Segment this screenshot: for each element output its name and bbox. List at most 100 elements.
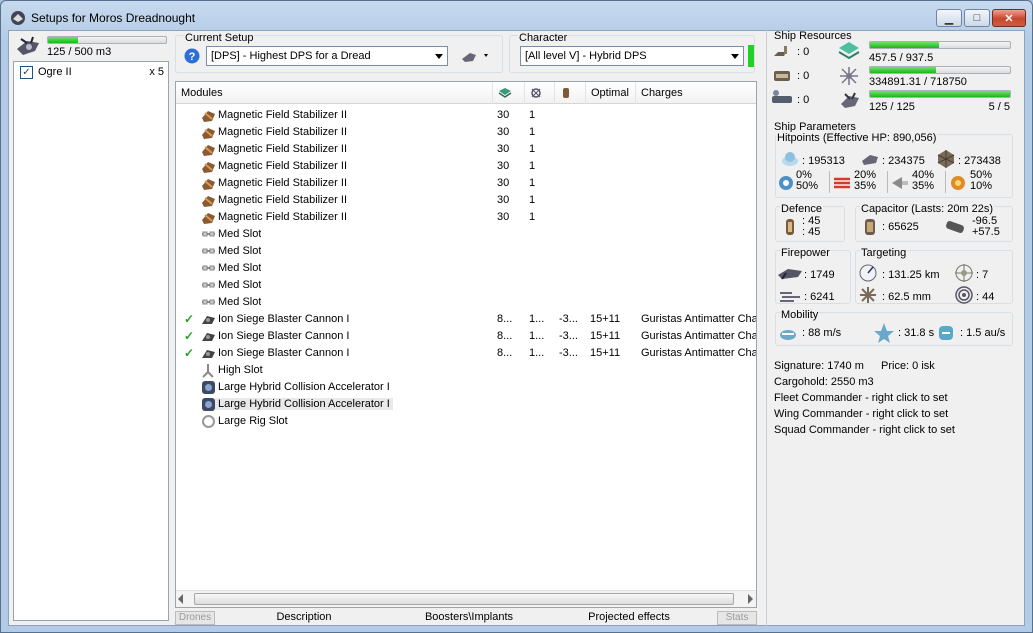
- tab-projected-effects[interactable]: Projected effects: [569, 611, 689, 625]
- drone-bandwidth-value: 125 / 125: [869, 101, 915, 113]
- shield-hp: : 195313: [802, 155, 845, 167]
- module-cpu: 8...: [497, 313, 513, 325]
- capacitor-recharge-icon: [946, 221, 964, 233]
- col-charges[interactable]: Charges: [635, 82, 756, 104]
- powergrid-bar: [869, 66, 1011, 74]
- firepower-a: : 1749: [804, 269, 835, 281]
- squad-commander[interactable]: Squad Commander - right click to set: [774, 424, 955, 436]
- horizontal-scrollbar[interactable]: [176, 590, 756, 607]
- module-row[interactable]: Med Slot: [176, 226, 756, 243]
- tab-boosters[interactable]: Boosters\Implants: [404, 611, 534, 625]
- drone-bandwidth-icon: [841, 92, 859, 108]
- module-row[interactable]: Med Slot: [176, 243, 756, 260]
- client-area: 125 / 500 m3 ✓ Ogre II x 5 Current Setup…: [8, 30, 1025, 627]
- turret-slots: : 0: [797, 46, 810, 58]
- module-row[interactable]: Magnetic Field Stabilizer II 30 1: [176, 158, 756, 175]
- module-name: Magnetic Field Stabilizer II: [218, 109, 347, 121]
- speed-icon: [780, 330, 796, 340]
- module-row[interactable]: Magnetic Field Stabilizer II 30 1: [176, 209, 756, 226]
- col-optimal[interactable]: Optimal: [585, 82, 635, 104]
- firepower-b: : 6241: [804, 291, 835, 303]
- wing-commander[interactable]: Wing Commander - right click to set: [774, 408, 948, 420]
- character-select[interactable]: [All level V] - Hybrid DPS: [520, 46, 744, 66]
- module-name: Magnetic Field Stabilizer II: [218, 194, 347, 206]
- module-row[interactable]: Med Slot: [176, 260, 756, 277]
- em-icon: [779, 176, 793, 190]
- armor-icon: [862, 155, 878, 165]
- module-row[interactable]: Large Hybrid Collision Accelerator I: [176, 396, 756, 413]
- fleet-commander[interactable]: Fleet Commander - right click to set: [774, 392, 948, 404]
- med-slot-icon: [201, 227, 216, 242]
- module-name: Large Hybrid Collision Accelerator I: [218, 381, 390, 393]
- max-speed: : 88 m/s: [802, 327, 842, 339]
- module-row[interactable]: Magnetic Field Stabilizer II 30 1: [176, 192, 756, 209]
- close-button[interactable]: ✕: [992, 9, 1026, 27]
- damage-mod-icon: [201, 125, 216, 140]
- capacitor-group: Capacitor (Lasts: 20m 22s) : 65625 -96.5…: [855, 203, 1013, 242]
- module-capacitor: -3...: [559, 313, 578, 325]
- character-group: Character [All level V] - Hybrid DPS: [509, 32, 755, 73]
- module-row[interactable]: Med Slot: [176, 294, 756, 311]
- col-power[interactable]: [524, 82, 554, 104]
- turret-dps-icon: [778, 269, 802, 280]
- drone-qty: x 5: [149, 66, 164, 78]
- module-row[interactable]: Large Hybrid Collision Accelerator I: [176, 379, 756, 396]
- ship-menu-icon[interactable]: [460, 48, 492, 64]
- maximize-button[interactable]: □: [964, 9, 990, 27]
- med-slot-icon: [201, 261, 216, 276]
- kinetic-icon: [892, 177, 908, 189]
- cpu-icon: [498, 88, 512, 98]
- mobility-group: Mobility : 88 m/s : 31.8 s : 1.5 au/s: [775, 309, 1013, 346]
- module-row[interactable]: Magnetic Field Stabilizer II 30 1: [176, 124, 756, 141]
- thermal-resist-b: 35%: [854, 180, 877, 192]
- targeting-range-icon: [859, 264, 877, 282]
- targeting-label: Targeting: [860, 247, 908, 259]
- warp-speed: : 1.5 au/s: [960, 327, 1006, 339]
- stats-panel: Ship Resources : 0 : 0 : 0 457.5 / 937.5…: [766, 30, 1025, 627]
- module-name: Ion Siege Blaster Cannon I: [218, 330, 350, 342]
- module-power: 1...: [529, 330, 545, 342]
- drone-list-item[interactable]: ✓ Ogre II x 5: [18, 65, 166, 81]
- align-time: : 31.8 s: [898, 327, 935, 339]
- module-row[interactable]: ✓ Ion Siege Blaster Cannon I 8... 1... -3...…: [176, 328, 756, 345]
- active-check-icon: ✓: [184, 312, 195, 326]
- tab-description[interactable]: Description: [249, 611, 359, 625]
- scroll-left-icon[interactable]: [178, 594, 183, 604]
- scroll-thumb[interactable]: [194, 593, 734, 605]
- modules-panel[interactable]: Modules Optimal Charges Magnetic Field S…: [175, 81, 757, 608]
- hull-icon: [937, 150, 955, 168]
- cpu-value: 457.5 / 937.5: [869, 52, 934, 64]
- col-capacitor[interactable]: [554, 82, 585, 104]
- module-row[interactable]: Magnetic Field Stabilizer II 30 1: [176, 107, 756, 124]
- module-name: Med Slot: [218, 279, 262, 291]
- module-cpu: 30: [497, 109, 510, 121]
- launcher-slots: : 0: [797, 70, 810, 82]
- module-row[interactable]: Med Slot: [176, 277, 756, 294]
- module-row[interactable]: High Slot: [176, 362, 756, 379]
- turret-icon: [201, 312, 216, 327]
- module-row[interactable]: Magnetic Field Stabilizer II 30 1: [176, 175, 756, 192]
- drone-checkbox[interactable]: ✓: [20, 66, 33, 79]
- hull-hp: : 273438: [958, 155, 1001, 167]
- turret-hardpoint-icon: [774, 46, 787, 56]
- module-row[interactable]: Large Rig Slot: [176, 413, 756, 430]
- col-modules[interactable]: Modules: [176, 82, 492, 104]
- col-cpu[interactable]: [492, 82, 524, 104]
- module-row[interactable]: ✓ Ion Siege Blaster Cannon I 8... 1... -3...…: [176, 345, 756, 362]
- module-name: Ion Siege Blaster Cannon I: [218, 347, 350, 359]
- drone-list[interactable]: ✓ Ogre II x 5: [13, 61, 169, 621]
- damage-mod-icon: [201, 159, 216, 174]
- tab-drones[interactable]: Drones: [175, 611, 215, 625]
- module-row[interactable]: Magnetic Field Stabilizer II 30 1: [176, 141, 756, 158]
- svg-text:?: ?: [189, 51, 196, 63]
- module-power: 1: [529, 160, 536, 172]
- scroll-right-icon[interactable]: [748, 594, 753, 604]
- help-icon[interactable]: ?: [184, 48, 200, 64]
- launcher-hardpoint-icon: [774, 71, 790, 81]
- setup-group: Current Setup ? [DPS] - Highest DPS for …: [175, 32, 503, 73]
- minimize-button[interactable]: ▁: [936, 9, 962, 27]
- drone-capacity-bar: [47, 36, 167, 44]
- module-row[interactable]: ✓ Ion Siege Blaster Cannon I 8... 1... -3...…: [176, 311, 756, 328]
- tab-stats[interactable]: Stats: [717, 611, 757, 625]
- setup-select[interactable]: [DPS] - Highest DPS for a Dread: [206, 46, 448, 66]
